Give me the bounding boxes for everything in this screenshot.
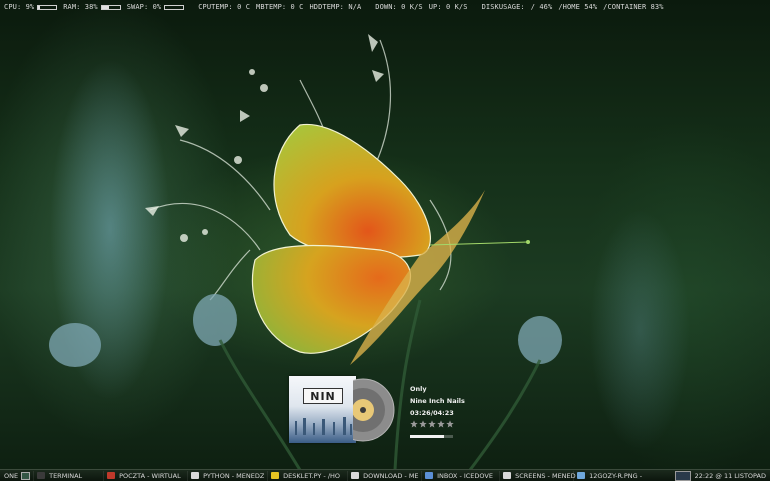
hddtemp-stat: HDDTEMP: N/A	[309, 3, 362, 11]
cpu-meter	[37, 4, 58, 10]
disk-root-stat: / 46%	[530, 3, 553, 11]
task-label: POCZTA - WIRTUAL	[119, 471, 181, 480]
system-monitor-bar: CPU: 9% RAM: 38% SWAP: 0% CPUTEMP: 0 C M…	[0, 0, 770, 14]
task-icedove-inbox[interactable]: INBOX - ICEDOVE	[421, 470, 499, 481]
download-stat: DOWN: 0 K/S	[375, 3, 423, 11]
task-editor-desklet[interactable]: DESKLET.PY - /HO	[267, 470, 347, 481]
task-label: 12GOZY-R.PNG -	[589, 471, 643, 480]
star-icon[interactable]	[437, 420, 445, 428]
cpu-stat: CPU: 9%	[4, 3, 58, 11]
mbtemp-stat: MBTEMP: 0 C	[256, 3, 304, 11]
folder-icon	[351, 472, 360, 479]
disk-container-stat: /CONTAINER 83%	[603, 3, 664, 11]
task-label: DESKLET.PY - /HO	[283, 471, 341, 480]
cpu-meter-fill	[38, 5, 40, 9]
star-icon[interactable]	[446, 420, 454, 428]
icedove-icon	[425, 472, 434, 479]
album-logo: NIN	[303, 388, 343, 404]
task-label: PYTHON - MENEDZ	[203, 471, 265, 480]
mail-client-icon	[107, 472, 116, 479]
workspace-switcher[interactable]: ONE	[0, 471, 33, 480]
system-tray: 22:22 @ 11 LISTOPAD	[674, 470, 770, 481]
star-icon[interactable]	[410, 420, 418, 428]
track-title: Only	[410, 385, 427, 393]
workspace-label: ONE	[4, 471, 19, 480]
desktop: CPU: 9% RAM: 38% SWAP: 0% CPUTEMP: 0 C M…	[0, 0, 770, 481]
folder-icon	[191, 472, 200, 479]
task-file-manager-download[interactable]: DOWNLOAD - ME	[347, 470, 421, 481]
task-file-manager-screens[interactable]: SCREENS - MENED	[499, 470, 576, 481]
upload-stat: UP: 0 K/S	[428, 3, 468, 11]
task-mail[interactable]: POCZTA - WIRTUAL	[103, 470, 187, 481]
album-cover[interactable]: NIN	[289, 376, 356, 443]
swap-meter	[164, 4, 185, 10]
track-artist: Nine Inch Nails	[410, 397, 465, 405]
track-rating[interactable]	[410, 420, 455, 428]
disk-home-stat: /HOME 54%	[558, 3, 598, 11]
taskbar: ONE TERMINAL POCZTA - WIRTUAL PYTHON - M…	[0, 469, 770, 481]
cd-disc-icon	[353, 378, 395, 442]
track-progress-fill	[410, 435, 444, 438]
cpu-label: CPU: 9%	[4, 3, 35, 11]
workspace-pager-icon[interactable]	[21, 471, 31, 480]
track-time: 03:26/04:23	[410, 409, 454, 417]
task-label: TERMINAL	[49, 471, 83, 480]
ram-meter-fill	[101, 5, 109, 9]
swap-stat: SWAP: 0%	[127, 3, 185, 11]
ram-meter	[100, 4, 121, 10]
task-label: SCREENS - MENED	[515, 471, 576, 480]
display-tray-icon[interactable]	[674, 470, 691, 481]
ram-label: RAM: 38%	[63, 3, 98, 11]
track-progress-bar[interactable]	[410, 435, 453, 438]
swap-label: SWAP: 0%	[126, 3, 162, 11]
album-art-trees	[295, 417, 352, 435]
clock[interactable]: 22:22 @ 11 LISTOPAD	[695, 472, 766, 480]
cputemp-stat: CPUTEMP: 0 C	[198, 3, 251, 11]
folder-icon	[503, 472, 512, 479]
task-label: INBOX - ICEDOVE	[437, 471, 493, 480]
star-icon[interactable]	[428, 420, 436, 428]
task-label: DOWNLOAD - ME	[363, 471, 419, 480]
task-image-viewer[interactable]: 12GOZY-R.PNG -	[573, 470, 649, 481]
diskusage-label: DISKUSAGE:	[481, 3, 525, 11]
music-player-desklet: NIN Only Nine Inch Nails 03:26/04:23	[289, 376, 465, 444]
editor-icon	[271, 472, 280, 479]
ram-stat: RAM: 38%	[63, 3, 121, 11]
task-terminal[interactable]: TERMINAL	[33, 470, 103, 481]
star-icon[interactable]	[419, 420, 427, 428]
terminal-icon	[37, 472, 46, 479]
image-viewer-icon	[577, 472, 586, 479]
task-file-manager-python[interactable]: PYTHON - MENEDZ	[187, 470, 267, 481]
